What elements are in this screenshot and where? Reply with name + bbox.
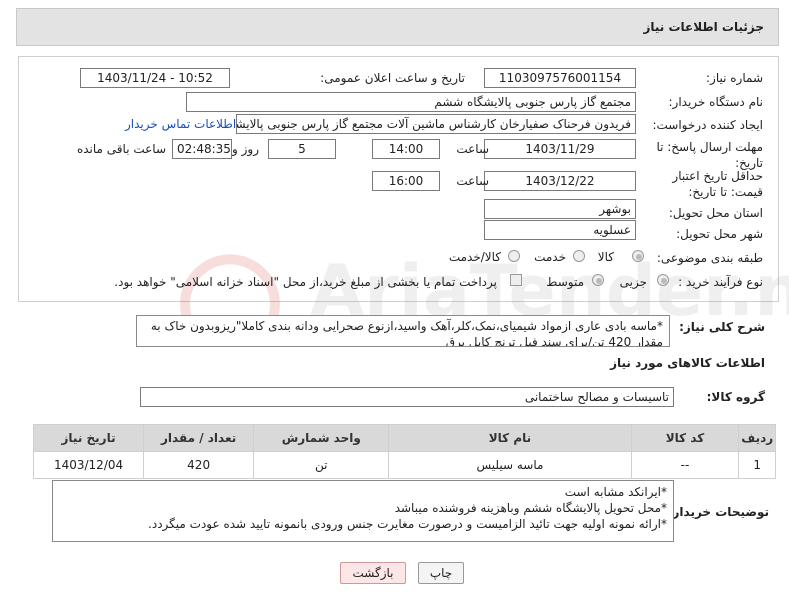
province-field: بوشهر xyxy=(484,199,636,219)
buyer-label: نام دستگاه خریدار: xyxy=(668,95,764,109)
need-number-label: شماره نیاز: xyxy=(706,71,763,85)
col-row-header: ردیف xyxy=(738,424,776,452)
buyer-field: مجتمع گاز پارس جنوبی پالایشگاه ششم xyxy=(186,92,636,112)
days-label: روز و xyxy=(232,142,259,156)
process-label: نوع فرآیند خرید : xyxy=(678,275,763,289)
remaining-time-field: 02:48:35 xyxy=(172,139,232,159)
description-text: *ماسه بادی عاری ازمواد شیمیای،نمک،کلر،آه… xyxy=(136,315,670,347)
validity-time-label: ساعت xyxy=(456,174,489,188)
table-header-row: ردیف کد کالا نام کالا واحد شمارش تعداد /… xyxy=(32,424,776,452)
cell-unit: تن xyxy=(253,451,390,479)
cell-name: ماسه سیلیس xyxy=(388,451,632,479)
treasury-payment-note: پرداخت تمام یا بخشی از مبلغ خرید،از محل … xyxy=(114,275,497,289)
col-date-header: تاریخ نیاز xyxy=(32,424,145,452)
category-option-goods: کالا xyxy=(597,250,614,264)
buyer-note-line: *محل تحویل پالایشگاه ششم وباهزینه فروشند… xyxy=(394,501,667,515)
category-radio-both[interactable] xyxy=(508,250,520,262)
col-unit-header: واحد شمارش xyxy=(253,424,390,452)
province-label: استان محل تحویل: xyxy=(668,206,763,220)
validity-time-field: 16:00 xyxy=(372,171,440,191)
validity-date-field: 1403/12/22 xyxy=(484,171,636,191)
creator-field: فریدون فرحناک صفیارخان کارشناس ماشین آلا… xyxy=(236,114,636,134)
buyer-notes-label: توضیحات خریدار: xyxy=(667,505,769,519)
print-button[interactable]: چاپ xyxy=(418,562,464,584)
category-option-service: خدمت xyxy=(534,250,566,264)
process-radio-minor[interactable] xyxy=(657,274,669,286)
deadline-time-field: 14:00 xyxy=(372,139,440,159)
panel-header: جزئیات اطلاعات نیاز xyxy=(16,8,779,46)
validity-label: حداقل تاریخ اعتبار قیمت: تا تاریخ: xyxy=(672,169,763,199)
cell-code: -- xyxy=(630,451,740,479)
cell-row: 1 xyxy=(738,451,776,479)
category-radio-service[interactable] xyxy=(573,250,585,262)
category-radio-goods[interactable] xyxy=(632,250,644,262)
process-option-medium: متوسط xyxy=(546,275,584,289)
buyer-note-line: *ارائه نمونه اولیه جهت تائید الزامیست و … xyxy=(148,517,667,531)
treasury-payment-checkbox[interactable] xyxy=(510,274,522,286)
goods-group-field: تاسیسات و مصالح ساختمانی xyxy=(140,387,674,407)
col-name-header: نام کالا xyxy=(388,424,632,452)
goods-section-title: اطلاعات کالاهای مورد نیاز xyxy=(610,356,765,370)
days-field: 5 xyxy=(268,139,336,159)
contact-info-link[interactable]: اطلاعات تماس خریدار xyxy=(125,117,236,131)
col-code-header: کد کالا xyxy=(630,424,740,452)
announce-field: 1403/11/24 - 10:52 xyxy=(80,68,230,88)
back-button[interactable]: بازگشت xyxy=(340,562,406,584)
remaining-label: ساعت باقی مانده xyxy=(76,142,166,156)
buyer-note-line: *ایرانکد مشابه است xyxy=(564,485,667,499)
items-table: ردیف کد کالا نام کالا واحد شمارش تعداد /… xyxy=(32,424,776,479)
deadline-date-field: 1403/11/29 xyxy=(484,139,636,159)
category-option-both: کالا/خدمت xyxy=(448,250,501,264)
goods-group-label: گروه کالا: xyxy=(706,390,765,404)
city-label: شهر محل تحویل: xyxy=(676,227,763,241)
col-qty-header: تعداد / مقدار xyxy=(143,424,255,452)
category-label: طبقه بندی موضوعی: xyxy=(656,251,763,265)
city-field: عسلویه xyxy=(484,220,636,240)
need-number-field: 1103097576001154 xyxy=(484,68,636,88)
announce-label: تاریخ و ساعت اعلان عمومی: xyxy=(320,71,465,85)
page-title: جزئیات اطلاعات نیاز xyxy=(643,20,764,34)
buyer-notes-box: *ایرانکد مشابه است *محل تحویل پالایشگاه … xyxy=(52,480,674,542)
cell-date: 1403/12/04 xyxy=(32,451,145,479)
process-radio-medium[interactable] xyxy=(592,274,604,286)
description-label: شرح کلی نیاز: xyxy=(679,320,765,334)
deadline-time-label: ساعت xyxy=(456,142,489,156)
deadline-label: مهلت ارسال پاسخ: تا تاریخ: xyxy=(656,140,763,170)
creator-label: ایجاد کننده درخواست: xyxy=(652,118,763,132)
process-option-minor: جزیی xyxy=(619,275,647,289)
table-row: 1 -- ماسه سیلیس تن 420 1403/12/04 xyxy=(32,451,776,479)
cell-qty: 420 xyxy=(143,451,255,479)
